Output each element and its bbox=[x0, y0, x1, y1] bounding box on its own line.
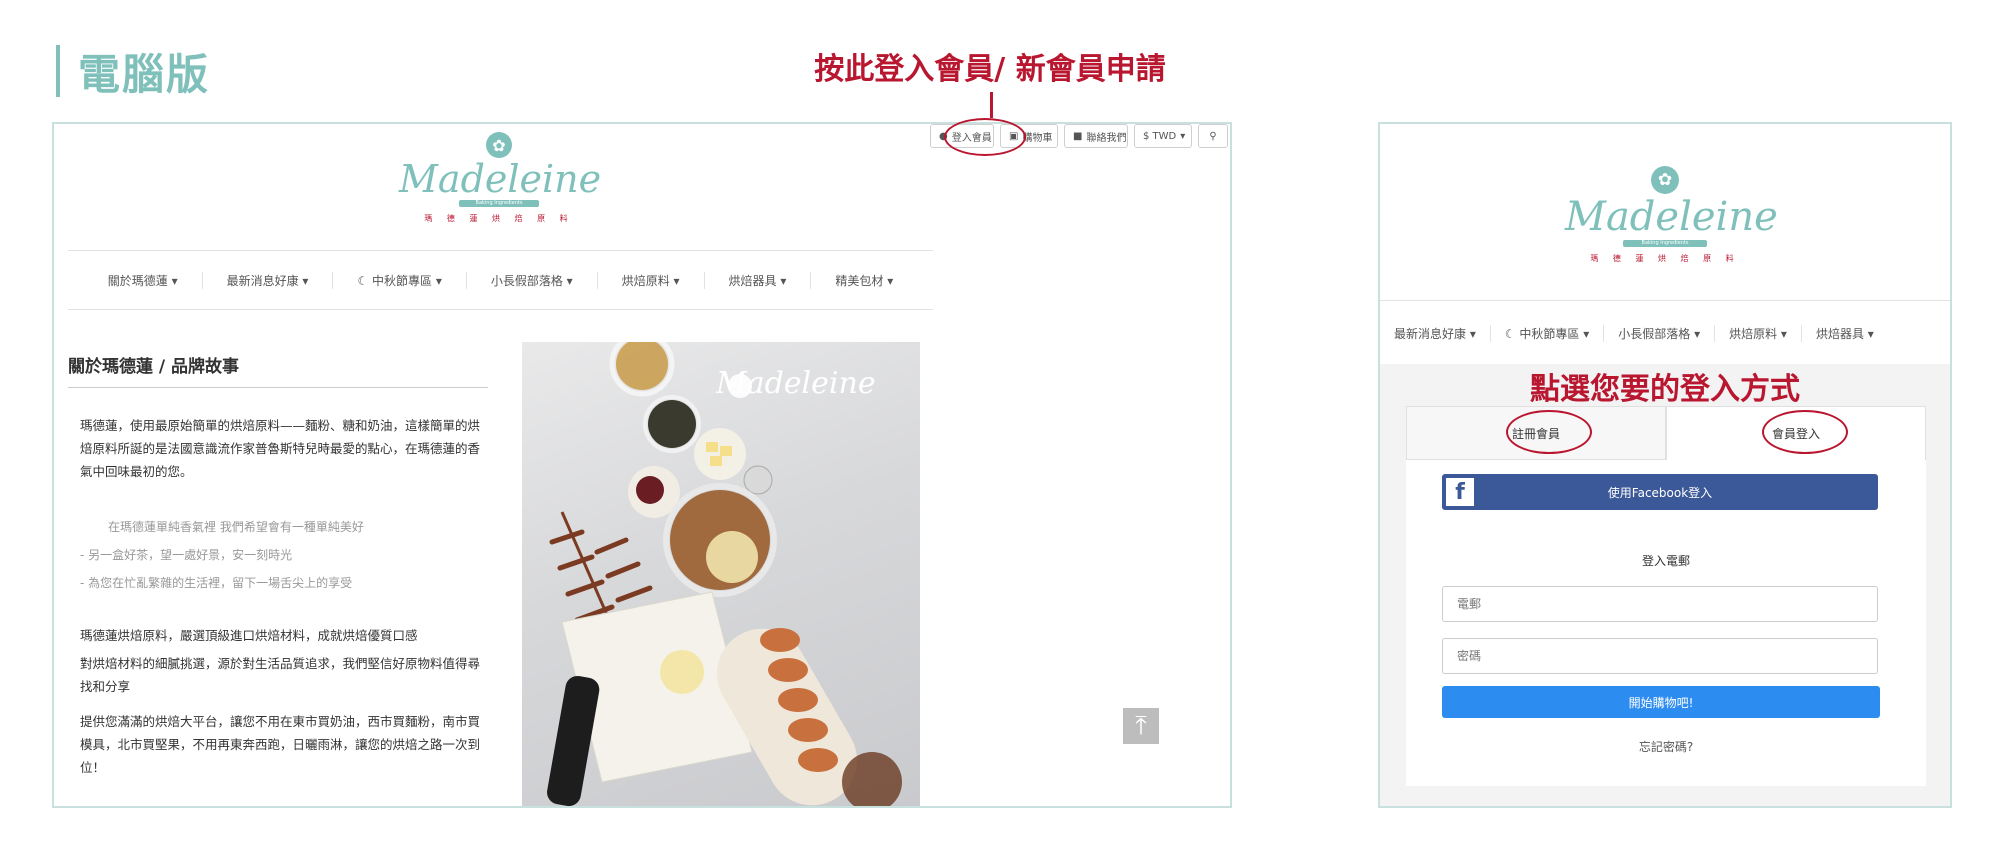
nav-item-tools[interactable]: 烘焙器具 ▾ bbox=[1802, 325, 1888, 342]
baking-ingredients-illustration bbox=[547, 342, 902, 806]
logo-ribbon: Baking Ingredients bbox=[1623, 240, 1707, 247]
back-to-top-button[interactable]: ⤒ bbox=[1123, 708, 1159, 744]
desktop-mockup: ● 登入會員 ▣ 購物車 ■ 聯絡我們 $ TWD ▾ ⚲ ✿ Madelein… bbox=[52, 122, 1232, 808]
main-navigation: 關於瑪德蓮 ▾ 最新消息好康 ▾ ☾ 中秋節專區 ▾ 小長假部落格 ▾ 烘焙原料… bbox=[68, 250, 933, 310]
email-field[interactable] bbox=[1442, 586, 1878, 622]
desktop-version-heading: 電腦版 bbox=[56, 42, 210, 100]
currency-label: $ TWD bbox=[1143, 130, 1177, 142]
photo-watermark: Madeleine bbox=[716, 366, 876, 401]
search-button[interactable]: ⚲ bbox=[1198, 124, 1228, 148]
facebook-icon: f bbox=[1446, 478, 1474, 506]
logo-wordmark: Madeleine bbox=[399, 157, 602, 201]
highlight-circle-login bbox=[944, 118, 1026, 156]
login-callout-text: 按此登入會員/ 新會員申請 bbox=[814, 52, 1166, 87]
story-bullet: - 另一盒好茶，望一處好景，安一刻時光 bbox=[80, 548, 293, 562]
nav-item-blog[interactable]: 小長假部落格 ▾ bbox=[467, 271, 598, 289]
nav-item-blog[interactable]: 小長假部落格 ▾ bbox=[1604, 324, 1716, 342]
login-panel: 註冊會員 會員登入 f 使用Facebook登入 登入電郵 開始購物吧! 忘記密… bbox=[1406, 406, 1926, 786]
forgot-password-link[interactable]: 忘記密碼? bbox=[1406, 738, 1926, 755]
nav-item-tools[interactable]: 烘焙器具 ▾ bbox=[705, 271, 812, 289]
story-paragraph-selection: 對烘焙材料的細膩挑選，源於對生活品質追求，我們堅信好原物料值得尋找和分享 bbox=[80, 656, 481, 694]
highlight-circle-register bbox=[1506, 410, 1592, 454]
login-method-callout: 點選您要的登入方式 bbox=[1530, 372, 1800, 407]
arrow-up-icon: ⤒ bbox=[1135, 710, 1147, 741]
nav-item-ingredients[interactable]: 烘焙原料 ▾ bbox=[1715, 324, 1802, 342]
story-bullet: - 為您在忙亂繁雜的生活裡，留下一場舌尖上的享受 bbox=[80, 576, 353, 590]
facebook-login-label: 使用Facebook登入 bbox=[1607, 485, 1713, 500]
currency-select[interactable]: $ TWD ▾ bbox=[1134, 124, 1192, 148]
logo-wordmark: Madeleine bbox=[1565, 194, 1778, 240]
nav-item-packaging[interactable]: 精美包材 ▾ bbox=[811, 272, 917, 289]
mobile-navigation: 最新消息好康 ▾ ☾ 中秋節專區 ▾ 小長假部落格 ▾ 烘焙原料 ▾ 烘焙器具 … bbox=[1380, 300, 1950, 365]
brand-story-title: 關於瑪德蓮 / 品牌故事 bbox=[68, 352, 488, 388]
heading-accent-bar bbox=[56, 45, 60, 97]
story-bullet: 在瑪德蓮單純香氣裡 我們希望會有一種單純美好 bbox=[108, 520, 364, 534]
logo-subtitle: 瑪 德 蓮 烘 焙 原 料 bbox=[1590, 254, 1740, 263]
product-photo: Madeleine bbox=[522, 342, 920, 806]
shell-icon: ✿ bbox=[1651, 166, 1679, 194]
chevron-down-icon: ▾ bbox=[1180, 130, 1186, 142]
desktop-version-title: 電腦版 bbox=[78, 49, 211, 99]
mobile-mockup: ✿ Madeleine Baking Ingredients 瑪 德 蓮 烘 焙… bbox=[1378, 122, 1952, 808]
nav-item-mid-autumn[interactable]: ☾ 中秋節專區 ▾ bbox=[333, 271, 467, 289]
story-paragraph-platform: 提供您滿滿的烘焙大平台，讓您不用在東市買奶油，西市買麵粉，南市買模具，北市買堅果… bbox=[80, 714, 481, 775]
mobile-site-logo[interactable]: ✿ Madeleine Baking Ingredients 瑪 德 蓮 烘 焙… bbox=[1565, 166, 1778, 264]
story-paragraph-intro: 瑪德蓮，使用最原始簡單的烘焙原料——麵粉、糖和奶油，這樣簡單的烘焙原料所誕的是法… bbox=[80, 418, 481, 479]
logo-ribbon: Baking Ingredients bbox=[459, 200, 539, 207]
search-icon: ⚲ bbox=[1209, 130, 1217, 142]
contact-button[interactable]: ■ 聯絡我們 bbox=[1064, 124, 1128, 148]
shell-icon: ✿ bbox=[486, 132, 512, 158]
facebook-login-button[interactable]: f 使用Facebook登入 bbox=[1442, 474, 1878, 510]
site-logo[interactable]: ✿ Madeleine Baking Ingredients 瑪 德 蓮 烘 焙… bbox=[399, 132, 602, 224]
cart-label: 購物車 bbox=[1022, 132, 1053, 144]
email-login-label: 登入電郵 bbox=[1641, 554, 1690, 568]
story-paragraph-quality: 瑪德蓮烘焙原料，嚴選頂級進口烘焙材料，成就烘焙優質口感 bbox=[80, 628, 418, 643]
logo-subtitle: 瑪 德 蓮 烘 焙 原 料 bbox=[424, 214, 574, 223]
nav-item-ingredients[interactable]: 烘焙原料 ▾ bbox=[598, 271, 705, 289]
start-shopping-button[interactable]: 開始購物吧! bbox=[1442, 686, 1880, 718]
chat-icon: ■ bbox=[1073, 130, 1083, 142]
nav-item-news[interactable]: 最新消息好康 ▾ bbox=[1380, 324, 1491, 342]
nav-item-mid-autumn[interactable]: ☾ 中秋節專區 ▾ bbox=[1491, 324, 1605, 342]
nav-item-news[interactable]: 最新消息好康 ▾ bbox=[203, 271, 334, 289]
callout-pointer-line bbox=[990, 92, 993, 118]
login-tabs: 註冊會員 會員登入 bbox=[1406, 406, 1926, 460]
highlight-circle-member-login bbox=[1762, 410, 1848, 454]
contact-label: 聯絡我們 bbox=[1086, 132, 1127, 144]
password-field[interactable] bbox=[1442, 638, 1878, 674]
nav-item-about[interactable]: 關於瑪德蓮 ▾ bbox=[84, 271, 203, 289]
